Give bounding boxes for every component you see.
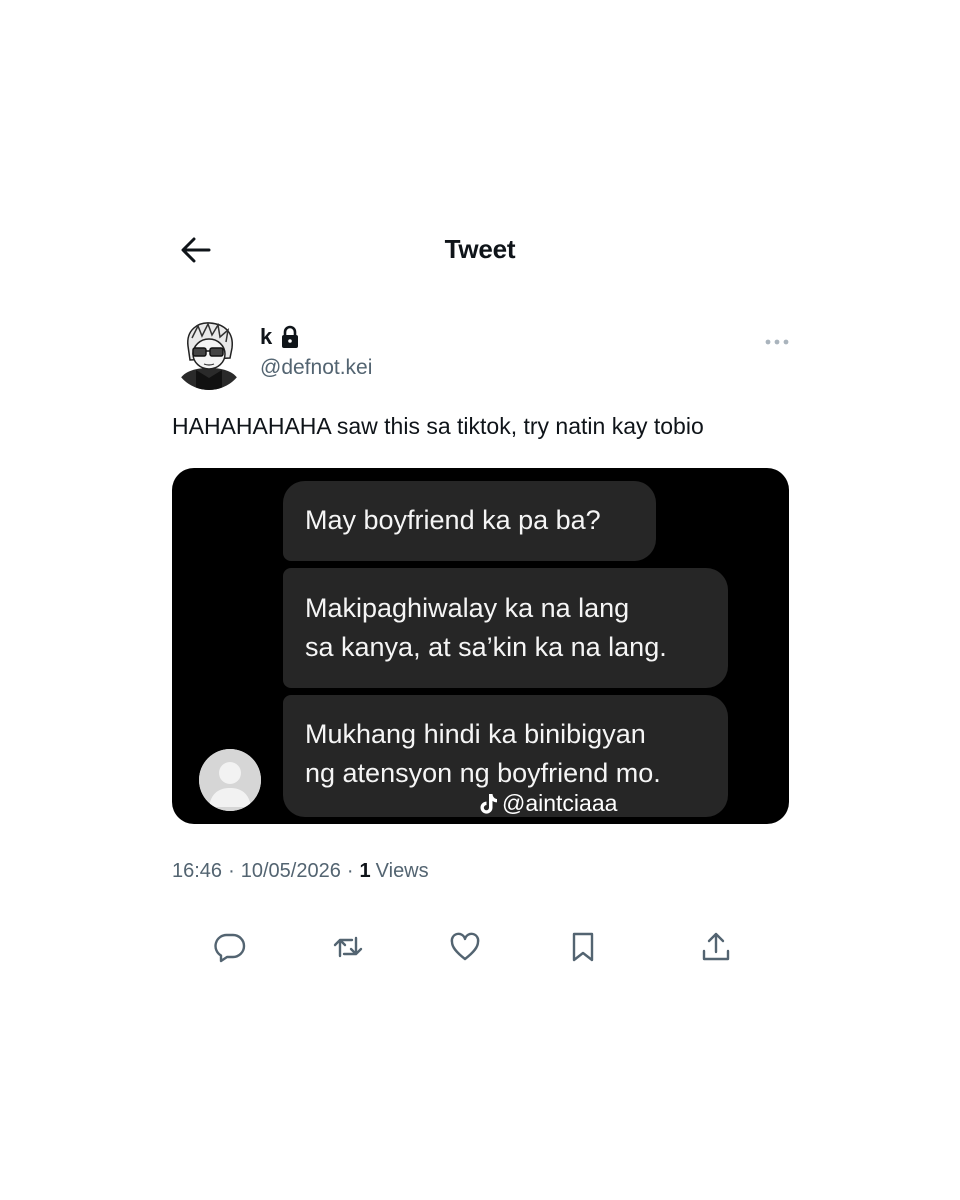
bookmark-button[interactable] bbox=[561, 925, 605, 969]
message-line: Mukhang hindi ka binibigyan bbox=[305, 719, 646, 749]
more-options-button[interactable] bbox=[762, 332, 792, 352]
message-line: sa kanya, at sa’kin ka na lang. bbox=[305, 632, 667, 662]
views-label: Views bbox=[375, 860, 429, 882]
display-name[interactable]: k bbox=[260, 324, 272, 350]
lock-icon bbox=[282, 325, 299, 348]
tweet-date: 10/05/2026 bbox=[240, 860, 341, 882]
tweet-author: k @defnot.kei bbox=[172, 316, 792, 396]
page-title: Tweet bbox=[444, 234, 516, 264]
like-button[interactable] bbox=[443, 925, 487, 969]
reply-icon bbox=[214, 933, 246, 963]
views-count: 1 bbox=[359, 860, 371, 882]
tweet-media[interactable]: May boyfriend ka pa ba? Makipaghiwalay k… bbox=[172, 468, 789, 824]
retweet-icon bbox=[333, 936, 363, 958]
message-line: Makipaghiwalay ka na lang bbox=[305, 593, 630, 623]
default-user-icon bbox=[199, 749, 261, 811]
retweet-button[interactable] bbox=[326, 925, 370, 969]
message-line: May boyfriend ka pa ba? bbox=[305, 505, 601, 535]
more-dots-icon bbox=[765, 339, 789, 345]
tiktok-watermark: @aintciaaa bbox=[480, 790, 617, 817]
tweet-meta: 16:46 · 10/05/2026 · 1 Views bbox=[172, 860, 429, 883]
watermark-text: @aintciaaa bbox=[502, 790, 618, 816]
contact-avatar bbox=[199, 749, 261, 811]
separator: · bbox=[346, 860, 354, 882]
avatar[interactable] bbox=[172, 316, 246, 390]
like-icon bbox=[450, 932, 480, 961]
anime-character-avatar-icon bbox=[172, 316, 246, 390]
separator: · bbox=[228, 860, 235, 882]
message-line: ng atensyon ng boyfriend mo. bbox=[305, 758, 661, 788]
share-button[interactable] bbox=[694, 925, 738, 969]
bookmark-icon bbox=[572, 932, 594, 962]
tiktok-icon bbox=[480, 793, 497, 814]
message-bubble: May boyfriend ka pa ba? bbox=[283, 481, 656, 561]
top-bar: Tweet bbox=[0, 222, 960, 278]
message-bubble: Makipaghiwalay ka na lang sa kanya, at s… bbox=[283, 568, 728, 688]
name-row: k bbox=[260, 324, 300, 350]
tweet-text: HAHAHAHAHA saw this sa tiktok, try natin… bbox=[172, 413, 704, 439]
username-handle[interactable]: @defnot.kei bbox=[260, 356, 372, 380]
reply-button[interactable] bbox=[208, 925, 252, 969]
share-icon bbox=[702, 932, 730, 961]
tweet-actions bbox=[0, 925, 960, 969]
tweet-time: 16:46 bbox=[172, 860, 223, 882]
